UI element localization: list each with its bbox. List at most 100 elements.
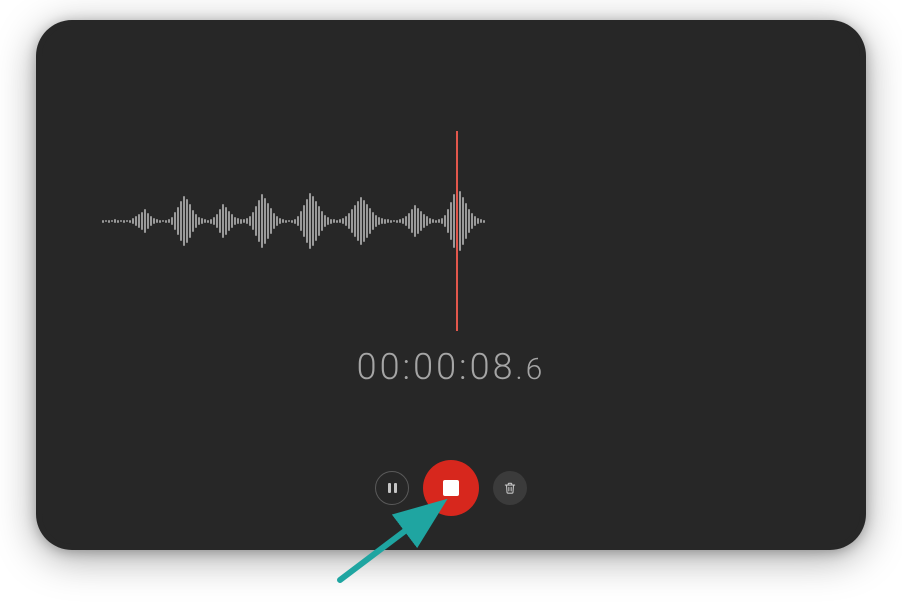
- waveform-bar: [459, 191, 461, 251]
- waveform-bar: [453, 194, 455, 248]
- waveform-bar: [420, 211, 422, 231]
- recorder-window: 00:00:08.6: [36, 20, 866, 550]
- waveform-bar: [480, 219, 482, 223]
- waveform-bar: [390, 220, 392, 223]
- waveform-bar: [249, 216, 251, 226]
- waveform-bar: [330, 219, 332, 224]
- waveform-bar: [108, 220, 110, 223]
- waveform-bar: [348, 213, 350, 229]
- waveform-bar: [324, 215, 326, 227]
- waveform-bar: [141, 212, 143, 230]
- waveform-bar: [384, 219, 386, 224]
- waveform-bar: [471, 213, 473, 229]
- waveform-bar: [150, 216, 152, 226]
- waveform-bar: [237, 218, 239, 224]
- waveform-bar: [240, 219, 242, 224]
- waveform-bar: [477, 218, 479, 224]
- waveform-bar: [483, 220, 485, 223]
- waveform-bar: [474, 216, 476, 226]
- waveform-bar: [135, 216, 137, 226]
- stop-icon: [443, 480, 459, 496]
- waveform-bar: [288, 220, 290, 222]
- waveform-bar: [432, 219, 434, 223]
- waveform-bar: [411, 209, 413, 233]
- stop-record-button[interactable]: [423, 460, 479, 516]
- waveform-bar: [216, 214, 218, 228]
- waveform-bar: [306, 199, 308, 243]
- transport-controls: [42, 460, 860, 516]
- waveform-bar: [165, 220, 167, 223]
- waveform-bar: [120, 220, 122, 222]
- waveform-bar: [162, 220, 164, 222]
- trash-icon: [503, 481, 517, 495]
- waveform-bar: [243, 219, 245, 223]
- waveform-bar: [321, 211, 323, 231]
- waveform-bar: [339, 219, 341, 223]
- waveform-bar: [252, 212, 254, 230]
- waveform-bar: [300, 211, 302, 231]
- waveform-bar: [444, 215, 446, 227]
- waveform-bar: [201, 218, 203, 224]
- waveform-bar: [105, 220, 107, 222]
- waveform-bar: [171, 217, 173, 225]
- playhead-line: [456, 131, 458, 331]
- waveform-bar: [153, 218, 155, 224]
- waveform-bar: [210, 219, 212, 224]
- waveform-bar: [246, 218, 248, 224]
- waveform-bar: [435, 220, 437, 223]
- waveform-bar: [297, 216, 299, 226]
- waveform-bar: [258, 200, 260, 242]
- waveform-bar: [363, 200, 365, 242]
- waveform-bar: [351, 209, 353, 233]
- waveform-bar: [195, 214, 197, 228]
- waveform-bar: [189, 204, 191, 238]
- delete-button[interactable]: [493, 471, 527, 505]
- waveform-bar: [405, 216, 407, 226]
- waveform-bar: [213, 217, 215, 225]
- recording-timer: 00:00:08.6: [42, 346, 860, 388]
- waveform-bar: [174, 212, 176, 230]
- waveform-bar: [447, 209, 449, 233]
- waveform-bar: [423, 214, 425, 228]
- waveform-bar: [168, 219, 170, 223]
- waveform-bar: [267, 203, 269, 239]
- pause-button[interactable]: [375, 471, 409, 505]
- waveform-bar: [204, 219, 206, 223]
- waveform-bar: [114, 219, 116, 223]
- waveform-bar: [345, 216, 347, 226]
- waveform-bar: [132, 218, 134, 224]
- waveform-bar: [381, 218, 383, 224]
- waveform-bar: [378, 217, 380, 225]
- waveform-bar: [426, 216, 428, 226]
- pause-icon: [388, 483, 397, 493]
- waveform-bar: [309, 193, 311, 249]
- waveform-bar: [441, 218, 443, 224]
- waveform-bar: [399, 219, 401, 223]
- waveform-bar: [450, 202, 452, 240]
- waveform-bar: [273, 213, 275, 229]
- waveform-bar: [102, 220, 104, 223]
- recorder-surface: 00:00:08.6: [42, 26, 860, 544]
- waveform-bar: [387, 219, 389, 223]
- waveform-bar: [366, 204, 368, 238]
- waveform-bar: [285, 220, 287, 223]
- waveform-bar: [234, 217, 236, 225]
- waveform-bar: [417, 208, 419, 234]
- timer-main: 00:00:08: [357, 346, 516, 388]
- waveform-bar: [438, 219, 440, 223]
- waveform-bar: [342, 218, 344, 224]
- waveform-bar: [291, 220, 293, 223]
- timer-fraction: .6: [516, 352, 546, 387]
- waveform-bar: [408, 213, 410, 229]
- waveform-bar: [177, 207, 179, 235]
- waveform-bar: [336, 220, 338, 223]
- waveform-bar: [180, 201, 182, 241]
- waveform-bar: [312, 196, 314, 246]
- waveform-bar: [369, 208, 371, 234]
- waveform-bar: [327, 217, 329, 225]
- waveform-bar: [159, 220, 161, 223]
- waveform-bar: [276, 216, 278, 226]
- waveform-bar: [183, 196, 185, 246]
- waveform-bar: [228, 211, 230, 231]
- waveform-bar: [318, 206, 320, 236]
